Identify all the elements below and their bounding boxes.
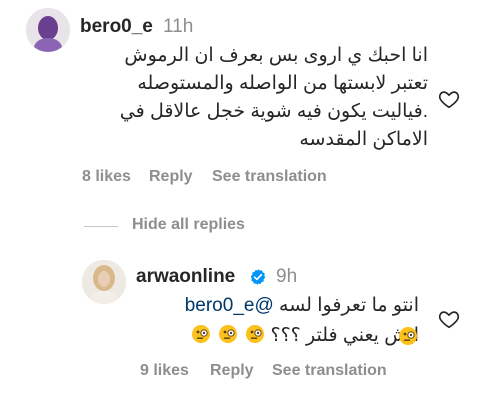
reply-button[interactable]: Reply	[149, 168, 193, 186]
heart-outline-icon[interactable]	[438, 308, 460, 330]
comment-time: 11h	[163, 16, 194, 37]
reply-username[interactable]: arwaonline	[136, 266, 235, 288]
avatar[interactable]	[82, 260, 126, 304]
likes-count[interactable]: 8 likes	[82, 168, 131, 186]
hide-replies-button[interactable]: Hide all replies	[132, 216, 245, 234]
avatar[interactable]	[26, 8, 70, 52]
comment-text-line: تعتبر لابستها من الواصله والمستوصله	[137, 73, 428, 94]
comment-text-line: انا احبك ي اروى بس بعرف ان الرموش	[124, 45, 428, 66]
monocle-face-emoji	[246, 325, 265, 343]
reply-button[interactable]: Reply	[210, 362, 254, 380]
monocle-face-emoji	[218, 325, 237, 343]
comment-text-line: الاماكن المقدسه	[299, 129, 428, 150]
reply-time: 9h	[276, 266, 298, 287]
likes-count[interactable]: 9 likes	[140, 362, 189, 380]
heart-outline-icon[interactable]	[438, 88, 460, 110]
see-translation-button[interactable]: See translation	[212, 168, 327, 186]
reply-text: انتو ما تعرفوا لسه	[279, 295, 419, 316]
divider-line	[84, 226, 118, 227]
monocle-face-emoji	[399, 327, 417, 345]
verified-badge-icon	[250, 269, 266, 285]
reply-text: ايش يعني فلتر ؟؟؟	[270, 325, 420, 346]
see-translation-button[interactable]: See translation	[272, 362, 387, 380]
reply-text-line: ايش يعني فلتر ؟؟؟	[189, 322, 419, 350]
comment-text-line: .فياليت يكون فيه شوية خجل عالاقل في	[119, 101, 428, 122]
comment-username[interactable]: bero0_e	[80, 16, 153, 38]
mention-link[interactable]: @bero0_e	[185, 295, 274, 316]
reply-text-line: انتو ما تعرفوا لسه @bero0_e	[185, 292, 419, 320]
monocle-face-emoji	[191, 325, 210, 343]
